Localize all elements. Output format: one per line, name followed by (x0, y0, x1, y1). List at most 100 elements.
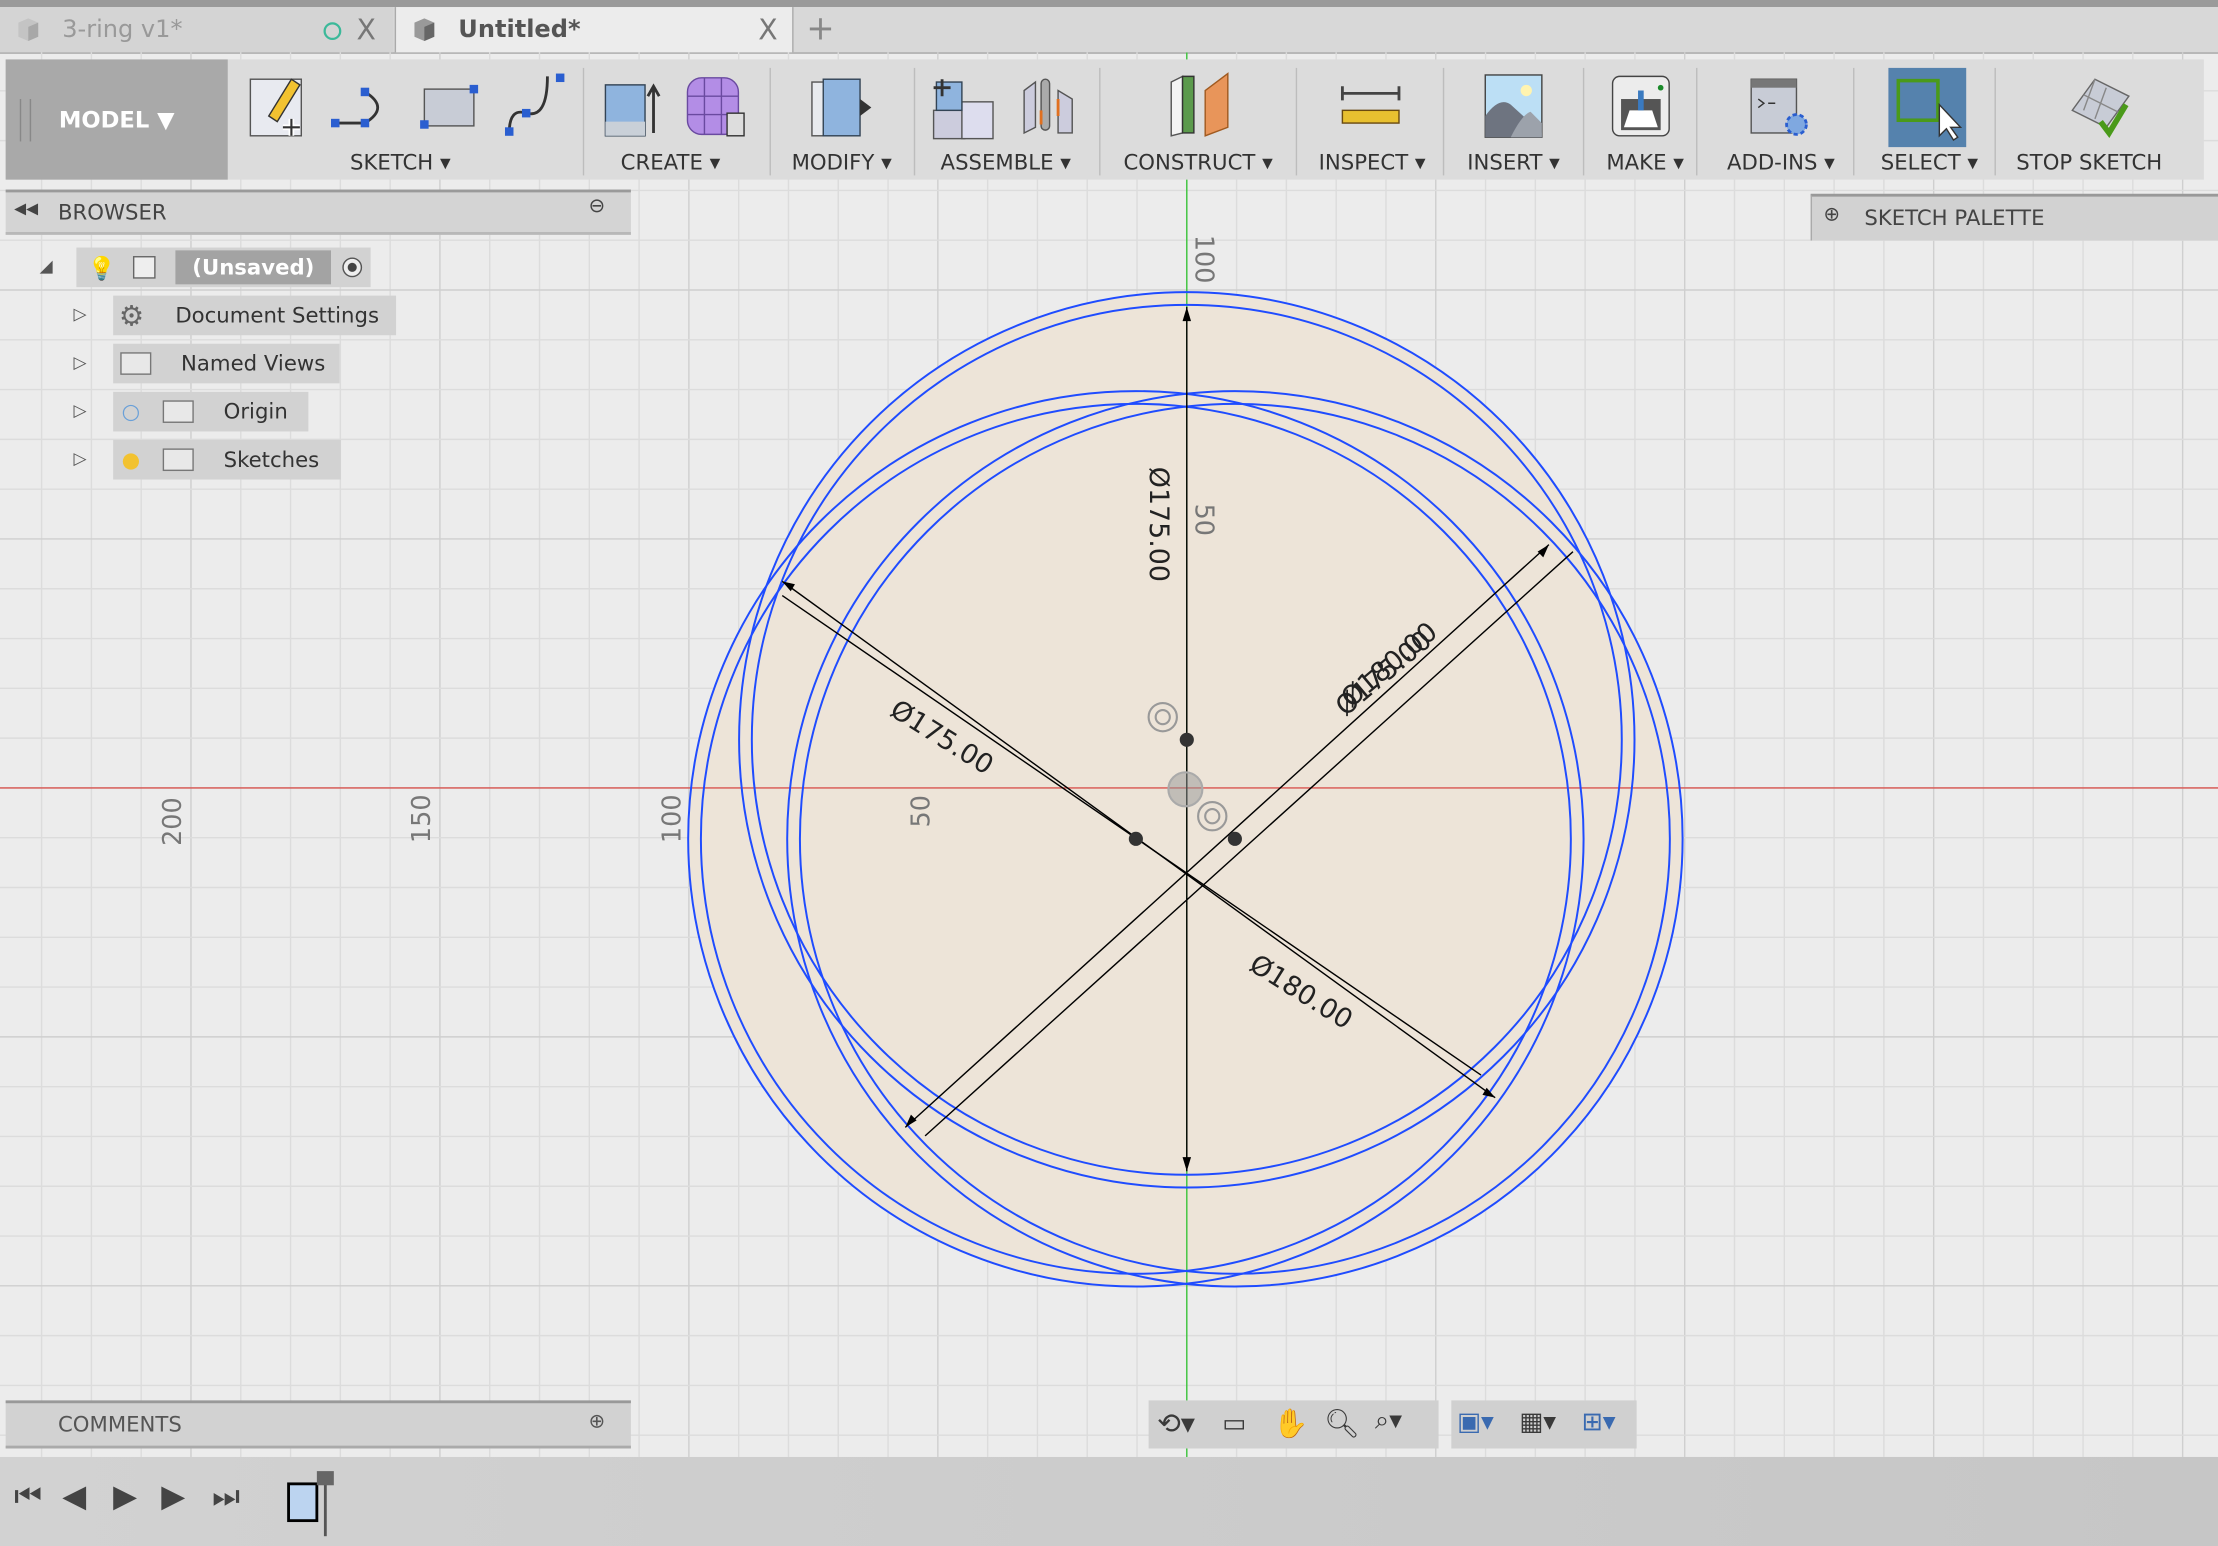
sketch-palette-panel[interactable]: ⊕ SKETCH PALETTE (1810, 193, 2218, 241)
lightbulb-off-icon[interactable]: ○ (122, 399, 141, 424)
step-back-icon[interactable]: ◀ (62, 1480, 86, 1515)
display-settings-toolbar: ▣▾ ▦▾ ⊞▾ (1451, 1400, 1637, 1449)
activate-radio[interactable] (342, 257, 363, 278)
item-label: Document Settings (175, 302, 380, 329)
unsaved-circle-icon (323, 22, 342, 41)
ruler-label: 50 (906, 795, 936, 827)
ruler-label: 200 (158, 797, 188, 846)
browser-root-unsaved[interactable]: 💡 (Unsaved) (76, 247, 371, 288)
ruler-label: 100 (1188, 235, 1218, 284)
orbit-icon[interactable]: ⟲▾ (1157, 1406, 1195, 1440)
inspect-menu[interactable]: INSPECT ▾ (1319, 150, 1426, 175)
expand-icon[interactable]: ▷ (74, 448, 87, 468)
measure-icon[interactable] (1334, 71, 1405, 145)
play-icon[interactable]: ▶ (113, 1480, 137, 1515)
window-select-icon (1896, 78, 1963, 142)
viewports-icon[interactable]: ⊞▾ (1581, 1407, 1615, 1437)
dimension-label: Ø175.00 (1143, 467, 1174, 582)
timeline-sketch-feature[interactable] (287, 1482, 319, 1523)
expand-icon[interactable]: ▷ (74, 304, 87, 324)
expand-plus-icon[interactable]: ⊕ (588, 1410, 605, 1433)
spline-icon[interactable] (504, 73, 565, 136)
go-to-end-icon[interactable]: ⏭ (212, 1480, 240, 1515)
lightbulb-on-icon[interactable]: ● (122, 447, 141, 472)
expand-root-icon[interactable]: ◢ (40, 256, 53, 276)
assemble-tools (932, 78, 1073, 140)
stop-sketch-icon[interactable] (2058, 71, 2143, 145)
go-to-start-icon[interactable]: ⏮ (14, 1480, 42, 1515)
3d-print-icon[interactable] (1607, 71, 1678, 145)
create-tools (604, 77, 745, 137)
root-label: (Unsaved) (175, 250, 332, 285)
zoom-icon[interactable]: 🔍︎ (1324, 1406, 1360, 1440)
make-menu[interactable]: MAKE ▾ (1606, 150, 1684, 175)
tab-untitled[interactable]: Untitled* X (394, 7, 794, 53)
sketch-tools (249, 73, 565, 137)
toolbar-separator (582, 67, 585, 176)
fusion360-window: 3-ring v1* X Untitled* X + 200 150 100 5… (0, 0, 2218, 1546)
new-component-icon[interactable] (932, 79, 994, 140)
look-at-icon[interactable]: ▭ (1222, 1409, 1246, 1439)
insert-menu[interactable]: INSERT ▾ (1467, 150, 1560, 175)
grid-settings-icon[interactable]: ▦▾ (1519, 1407, 1556, 1437)
sketch-palette-title: SKETCH PALETTE (1864, 205, 2045, 231)
gear-icon: ⚙ (118, 298, 145, 333)
toolbar-separator (1295, 67, 1298, 176)
workspace-switcher[interactable]: MODEL ▼ (5, 59, 228, 180)
close-tab-icon[interactable]: X (356, 13, 375, 47)
toolbar-separator (1696, 67, 1698, 176)
timeline-marker-head[interactable] (316, 1471, 334, 1486)
tab-label: 3-ring v1* (62, 15, 183, 44)
construct-plane-icon[interactable] (1163, 71, 1234, 145)
create-menu[interactable]: CREATE ▾ (621, 150, 721, 175)
comments-panel[interactable]: COMMENTS ⊕ (5, 1400, 631, 1449)
toolbar-separator (769, 67, 771, 176)
insert-image-icon[interactable] (1480, 71, 1551, 145)
addins-menu[interactable]: ADD-INS ▾ (1727, 150, 1835, 175)
step-forward-icon[interactable]: ▶ (161, 1480, 185, 1515)
component-icon (132, 256, 156, 279)
browser-item-sketches[interactable]: ● Sketches (113, 439, 341, 480)
form-icon[interactable] (686, 77, 745, 137)
arc-icon[interactable] (331, 87, 380, 128)
press-pull-icon[interactable] (806, 71, 874, 145)
browser-item-named-views[interactable]: Named Views (113, 343, 340, 384)
fit-zoom-icon[interactable]: ⌕▾ (1375, 1406, 1402, 1436)
lightbulb-on-icon[interactable]: 💡 (88, 254, 116, 281)
pin-icon[interactable]: ⊖ (588, 195, 605, 218)
expand-icon[interactable]: ▷ (74, 400, 87, 420)
navigation-toolbar: ⟲▾ ▭ ✋ 🔍︎ ⌕▾ (1148, 1400, 1439, 1449)
folder-icon (162, 448, 194, 472)
toolbar-separator (1994, 67, 1996, 176)
expand-plus-icon[interactable]: ⊕ (1823, 204, 1840, 227)
assemble-menu[interactable]: ASSEMBLE ▾ (941, 150, 1071, 175)
expand-icon[interactable]: ▷ (74, 352, 87, 372)
construct-menu[interactable]: CONSTRUCT ▾ (1123, 150, 1272, 175)
tab-3-ring-v1[interactable]: 3-ring v1* X (0, 7, 394, 53)
ruler-label: 50 (1188, 504, 1218, 536)
browser-item-origin[interactable]: ○ Origin (113, 391, 309, 432)
window-top-border (0, 0, 2218, 8)
collapse-panel-icon[interactable]: ◀◀ (14, 199, 38, 217)
select-menu[interactable]: SELECT ▾ (1881, 150, 1978, 175)
workspace-label: MODEL ▼ (58, 106, 175, 133)
modify-menu[interactable]: MODIFY ▾ (792, 150, 892, 175)
toolbar-separator (1442, 67, 1445, 176)
scripts-addins-icon[interactable] (1743, 71, 1814, 145)
browser-item-document-settings[interactable]: ⚙ Document Settings (113, 295, 397, 336)
rectangle-icon[interactable] (420, 84, 479, 129)
sketch-menu[interactable]: SKETCH ▾ (350, 150, 451, 175)
close-tab-icon[interactable]: X (758, 13, 777, 47)
component-cube-icon (414, 18, 435, 42)
joint-icon[interactable] (1023, 78, 1073, 135)
display-settings-icon[interactable]: ▣▾ (1457, 1407, 1494, 1437)
toolbar-grip[interactable] (19, 99, 32, 142)
new-tab-button[interactable]: + (806, 8, 834, 48)
extrude-icon[interactable] (604, 83, 661, 137)
create-sketch-icon[interactable] (249, 78, 303, 137)
browser-panel-header[interactable]: ◀◀ BROWSER ⊖ (5, 189, 631, 235)
document-tab-bar: 3-ring v1* X Untitled* X + (0, 7, 2218, 54)
folder-icon (120, 352, 152, 375)
stop-sketch-button[interactable]: STOP SKETCH (2016, 150, 2162, 175)
pan-hand-icon[interactable]: ✋ (1273, 1406, 1308, 1440)
